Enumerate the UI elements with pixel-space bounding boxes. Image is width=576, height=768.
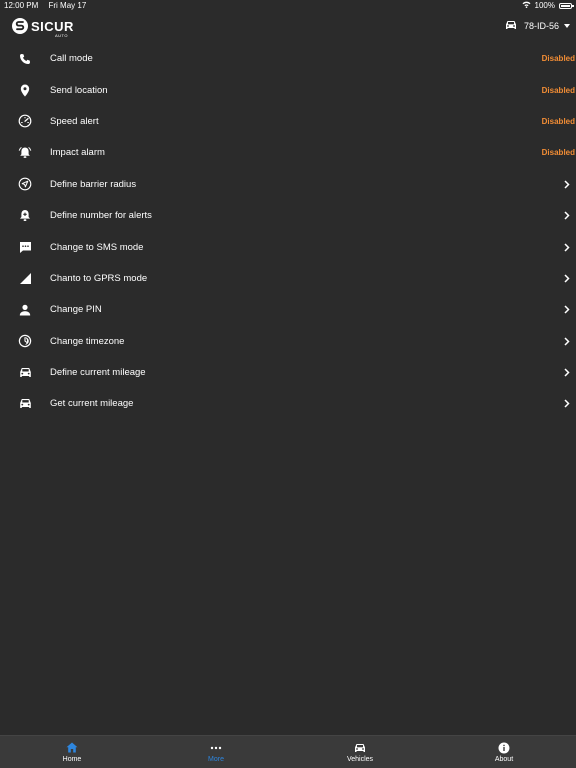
- setting-label: Change to SMS mode: [50, 241, 144, 253]
- tab-home[interactable]: Home: [0, 736, 144, 768]
- info-icon: [498, 742, 510, 754]
- setting-label: Define current mileage: [50, 367, 146, 379]
- status-label: Disabled: [541, 148, 575, 158]
- more-dots-icon: [210, 742, 222, 754]
- chevron-right-icon: [563, 336, 571, 346]
- setting-change-pin[interactable]: Change PIN: [0, 294, 576, 325]
- setting-call-mode[interactable]: Call mode Disabled: [0, 43, 576, 74]
- tab-label: Home: [62, 755, 82, 763]
- timezone-icon: [17, 333, 33, 349]
- setting-change-to-gprs-mode[interactable]: Chanto to GPRS mode: [0, 263, 576, 294]
- setting-label: Speed alert: [50, 115, 99, 127]
- location-pin-icon: [17, 82, 33, 98]
- setting-change-to-sms-mode[interactable]: Change to SMS mode: [0, 231, 576, 262]
- status-label: Disabled: [541, 116, 575, 126]
- navigation-arrow-icon: [17, 176, 33, 192]
- chevron-down-icon: [564, 24, 570, 28]
- chevron-right-icon: [563, 242, 571, 252]
- logo-mark-icon: [12, 18, 28, 34]
- home-icon: [66, 742, 78, 754]
- setting-get-current-mileage[interactable]: Get current mileage: [0, 388, 576, 419]
- battery-icon: [559, 2, 574, 9]
- tab-label: About: [494, 755, 514, 763]
- brand-logo: SICUR AUTO: [12, 18, 74, 38]
- setting-label: Change PIN: [50, 304, 102, 316]
- app-header: SICUR AUTO 78-ID-56: [0, 14, 576, 42]
- chevron-right-icon: [563, 179, 571, 189]
- setting-label: Define barrier radius: [50, 178, 137, 190]
- setting-define-barrier-radius[interactable]: Define barrier radius: [0, 169, 576, 200]
- settings-list: Call mode Disabled Send location Disable…: [0, 43, 576, 420]
- status-label: Disabled: [541, 85, 575, 95]
- setting-change-timezone[interactable]: Change timezone: [0, 326, 576, 357]
- phone-icon: [17, 51, 33, 67]
- car-icon: [17, 396, 33, 412]
- status-bar: 12:00 PM Fri May 17 100%: [0, 0, 576, 12]
- status-time: 12:00 PM: [4, 1, 39, 10]
- speedometer-icon: [17, 113, 33, 129]
- alarm-bell-icon: [17, 145, 33, 161]
- vehicle-plate: 78-ID-56: [523, 21, 559, 31]
- setting-impact-alarm[interactable]: Impact alarm Disabled: [0, 137, 576, 168]
- car-icon: [354, 742, 366, 754]
- notification-bell-icon: [17, 208, 33, 224]
- brand-name: SICUR: [31, 18, 74, 34]
- tab-more[interactable]: More: [144, 736, 288, 768]
- tab-vehicles[interactable]: Vehicles: [288, 736, 432, 768]
- status-label: Disabled: [541, 54, 575, 64]
- chevron-right-icon: [563, 211, 571, 221]
- setting-label: Send location: [50, 84, 108, 96]
- battery-percent: 100%: [534, 1, 555, 10]
- setting-label: Define number for alerts: [50, 210, 152, 222]
- setting-label: Impact alarm: [50, 147, 105, 159]
- setting-label: Call mode: [50, 53, 93, 65]
- car-icon: [17, 365, 33, 381]
- signal-icon: [17, 270, 33, 286]
- car-icon: [505, 20, 517, 32]
- setting-speed-alert[interactable]: Speed alert Disabled: [0, 106, 576, 137]
- tab-about[interactable]: About: [432, 736, 576, 768]
- setting-label: Change timezone: [50, 335, 125, 347]
- tab-label: Vehicles: [346, 755, 374, 763]
- chevron-right-icon: [563, 368, 571, 378]
- chevron-right-icon: [563, 399, 571, 409]
- tab-label: More: [208, 755, 224, 763]
- vehicle-selector[interactable]: 78-ID-56: [505, 20, 570, 32]
- wifi-icon: [522, 1, 531, 10]
- chevron-right-icon: [563, 273, 571, 283]
- setting-label: Get current mileage: [50, 398, 134, 410]
- sms-icon: [17, 239, 33, 255]
- brand-subtitle: AUTO: [55, 32, 69, 38]
- bottom-tab-bar: Home More Vehicles About: [0, 735, 576, 768]
- setting-define-current-mileage[interactable]: Define current mileage: [0, 357, 576, 388]
- setting-define-number-for-alerts[interactable]: Define number for alerts: [0, 200, 576, 231]
- setting-send-location[interactable]: Send location Disabled: [0, 74, 576, 105]
- setting-label: Chanto to GPRS mode: [50, 272, 148, 284]
- person-icon: [17, 302, 33, 318]
- status-date: Fri May 17: [48, 1, 87, 10]
- chevron-right-icon: [563, 305, 571, 315]
